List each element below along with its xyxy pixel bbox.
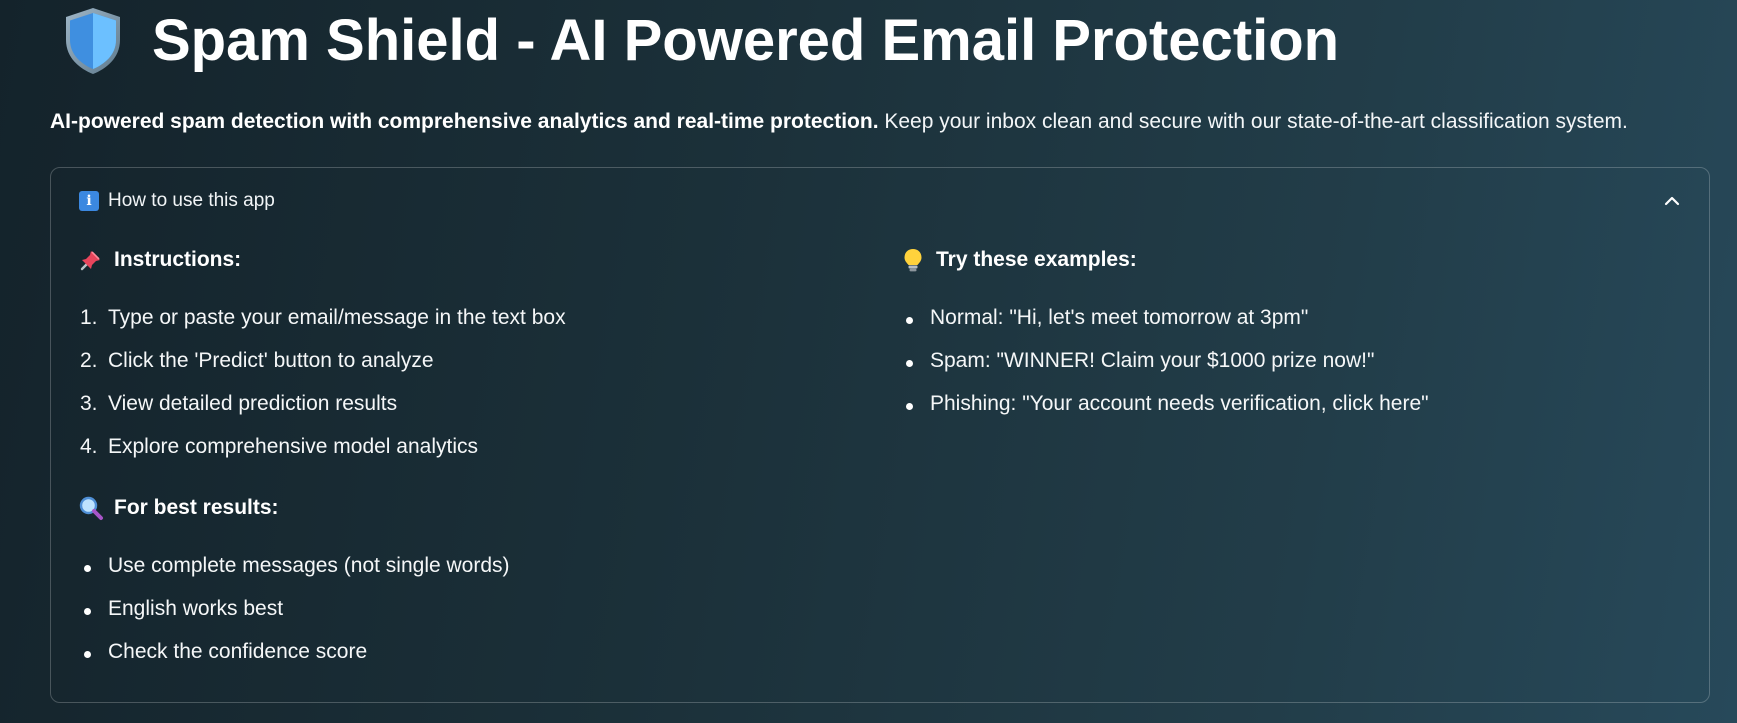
list-item-text: Phishing: "Your account needs verificati… [930, 392, 1429, 415]
bullet-marker [900, 339, 930, 382]
list-item-text: English works best [108, 597, 284, 620]
best-results-heading: For best results: [78, 488, 858, 528]
magnifier-icon [79, 496, 103, 520]
list-number: 3. [80, 392, 98, 415]
list-item: 3. View detailed prediction results [78, 382, 858, 425]
expander-label: How to use this app [108, 190, 275, 211]
info-icon: i [79, 191, 99, 211]
list-item-text: Type or paste your email/message in the … [108, 306, 566, 329]
list-item: English works best [78, 587, 858, 630]
instructions-list: 1. Type or paste your email/message in th… [78, 296, 858, 468]
list-item: Phishing: "Your account needs verificati… [900, 382, 1680, 425]
left-column: Instructions: 1. Type or paste your email… [78, 240, 858, 693]
app-header: Spam Shield - AI Powered Email Protectio… [62, 6, 1339, 76]
instructions-heading: Instructions: [78, 240, 858, 280]
bullet-marker [78, 544, 108, 587]
best-results-heading-text: For best results: [114, 496, 279, 519]
examples-heading: Try these examples: [900, 240, 1680, 280]
how-to-use-expander: i How to use this app Instructions: 1. Ty… [50, 167, 1710, 703]
list-item: 4. Explore comprehensive model analytics [78, 425, 858, 468]
list-number: 2. [80, 349, 98, 372]
examples-heading-text: Try these examples: [936, 248, 1137, 271]
list-item-text: Spam: "WINNER! Claim your $1000 prize no… [930, 349, 1375, 372]
list-item: Spam: "WINNER! Claim your $1000 prize no… [900, 339, 1680, 382]
bullet-marker [900, 382, 930, 425]
best-results-list: Use complete messages (not single words)… [78, 544, 858, 673]
pushpin-icon [80, 251, 100, 271]
list-item: 1. Type or paste your email/message in th… [78, 296, 858, 339]
list-item: 2. Click the 'Predict' button to analyze [78, 339, 858, 382]
chevron-up-icon[interactable] [1661, 190, 1683, 212]
list-item: Check the confidence score [78, 630, 858, 673]
right-column: Try these examples: Normal: "Hi, let's m… [900, 240, 1680, 445]
list-item: Use complete messages (not single words) [78, 544, 858, 587]
list-item-text: Explore comprehensive model analytics [108, 435, 479, 458]
list-number: 4. [80, 435, 98, 458]
bullet-marker [78, 587, 108, 630]
list-item: Normal: "Hi, let's meet tomorrow at 3pm" [900, 296, 1680, 339]
list-item-text: Click the 'Predict' button to analyze [108, 349, 434, 372]
subtitle-bold: AI-powered spam detection with comprehen… [50, 110, 879, 133]
list-item-text: Check the confidence score [108, 640, 368, 663]
list-number: 1. [80, 306, 98, 329]
list-item-text: Normal: "Hi, let's meet tomorrow at 3pm" [930, 306, 1309, 329]
page-subtitle: AI-powered spam detection with comprehen… [50, 110, 1628, 134]
lightbulb-icon [904, 249, 922, 272]
expander-toggle[interactable]: i How to use this app [79, 190, 275, 212]
examples-list: Normal: "Hi, let's meet tomorrow at 3pm"… [900, 296, 1680, 425]
instructions-heading-text: Instructions: [114, 248, 242, 271]
bullet-marker [900, 296, 930, 339]
page-title: Spam Shield - AI Powered Email Protectio… [152, 8, 1340, 73]
shield-icon [66, 8, 120, 74]
list-item-text: View detailed prediction results [108, 392, 398, 415]
bullet-marker [78, 630, 108, 673]
list-item-text: Use complete messages (not single words) [108, 554, 510, 577]
subtitle-rest: Keep your inbox clean and secure with ou… [878, 110, 1628, 133]
